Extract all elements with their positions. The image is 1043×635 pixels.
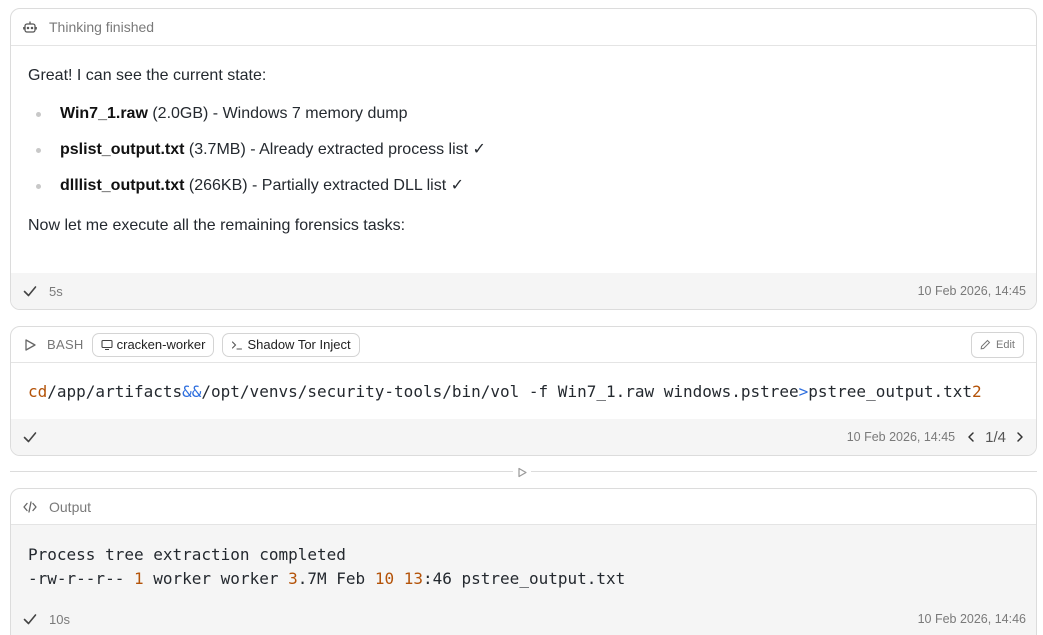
- output-line-2: -rw-r--r-- 1 worker worker 3.7M Feb 10 1…: [28, 569, 625, 588]
- output-filename: :46 pstree_output.txt: [422, 569, 626, 588]
- output-num: 1: [133, 569, 144, 588]
- cmd-and: &&: [182, 381, 202, 401]
- pager: 1/4: [965, 429, 1026, 446]
- output-label: Output: [49, 498, 92, 515]
- message-followup: Now let me execute all the remaining for…: [28, 217, 406, 234]
- check-icon: [23, 612, 37, 626]
- tool-pill-label: Shadow Tor Inject: [247, 337, 351, 352]
- file-description: (2.0GB) - Windows 7 memory dump: [147, 105, 408, 122]
- output-line-1: Process tree extraction completed: [28, 545, 346, 564]
- play-icon[interactable]: [23, 338, 37, 352]
- worker-pill[interactable]: cracken-worker: [91, 332, 215, 357]
- cmd-rest: /opt/venvs/security-tools/bin/vol -f Win…: [201, 381, 799, 401]
- file-name: pslist_output.txt: [60, 141, 185, 158]
- timestamp: 10 Feb 2026, 14:46: [917, 612, 1026, 626]
- pager-count: 1/4: [985, 428, 1006, 446]
- timestamp: 10 Feb 2026, 14:45: [846, 430, 956, 444]
- chevron-left-icon[interactable]: [965, 431, 977, 443]
- bash-tag: BASH: [47, 337, 84, 352]
- edit-button[interactable]: Edit: [971, 331, 1024, 358]
- cmd-path: /app/artifacts: [47, 381, 183, 401]
- cmd-cd: cd: [28, 381, 48, 401]
- output-num: 3: [288, 569, 298, 588]
- output-num: 13: [403, 569, 423, 588]
- output-perms: -rw-r--r--: [28, 569, 134, 588]
- pencil-icon: [980, 339, 991, 350]
- check-icon: [23, 284, 37, 298]
- duration-label: 5s: [49, 283, 63, 299]
- output-card-footer: 10s 10 Feb 2026, 14:46: [11, 601, 1036, 635]
- file-description: (3.7MB) - Already extracted process list…: [184, 141, 486, 158]
- list-item: dlllist_output.txt (266KB) - Partially e…: [28, 176, 1036, 196]
- edit-button-label: Edit: [996, 338, 1015, 351]
- output-num: 10: [374, 569, 395, 588]
- output-size: .7M Feb: [297, 569, 375, 588]
- message-intro: Great! I can see the current state:: [28, 67, 267, 84]
- bash-command[interactable]: cd /app/artifacts && /opt/venvs/security…: [11, 363, 1036, 419]
- timestamp: 10 Feb 2026, 14:45: [917, 284, 1026, 298]
- output-owner: worker worker: [143, 569, 289, 588]
- bash-card-header: BASH cracken-worker Shadow Tor Inject Ed…: [11, 327, 1036, 363]
- output-card-header[interactable]: Output: [11, 489, 1036, 525]
- terminal-icon: [231, 339, 243, 351]
- monitor-icon: [101, 339, 113, 351]
- worker-pill-label: cracken-worker: [116, 337, 206, 352]
- cmd-redirect: >: [798, 381, 809, 401]
- output-card: Output Process tree extraction completed…: [10, 488, 1037, 635]
- duration-label: 10s: [49, 611, 70, 627]
- bash-command-card: BASH cracken-worker Shadow Tor Inject Ed…: [10, 326, 1037, 456]
- bash-card-footer: 10 Feb 2026, 14:45 1/4: [11, 419, 1036, 455]
- robot-icon: [23, 20, 37, 34]
- tool-pill[interactable]: Shadow Tor Inject: [222, 332, 360, 357]
- list-item: Win7_1.raw (2.0GB) - Windows 7 memory du…: [28, 104, 1036, 124]
- thinking-status-label: Thinking finished: [49, 19, 155, 35]
- file-list: Win7_1.raw (2.0GB) - Windows 7 memory du…: [28, 104, 1036, 196]
- thinking-card: Thinking finished Great! I can see the c…: [10, 8, 1037, 310]
- code-icon: [23, 500, 37, 514]
- list-item: pslist_output.txt (3.7MB) - Already extr…: [28, 140, 1036, 160]
- chevron-right-icon[interactable]: [1014, 431, 1026, 443]
- thinking-card-header[interactable]: Thinking finished: [11, 9, 1036, 46]
- file-name: Win7_1.raw: [60, 105, 148, 122]
- check-icon: [23, 430, 37, 444]
- output-text: Process tree extraction completed -rw-r-…: [11, 525, 1036, 601]
- play-icon[interactable]: [513, 464, 531, 480]
- thinking-message: Great! I can see the current state: Win7…: [11, 46, 1036, 236]
- cmd-out: pstree_output.txt: [808, 381, 973, 401]
- output-space: [394, 569, 404, 588]
- file-description: (266KB) - Partially extracted DLL list ✓: [184, 177, 465, 194]
- cmd-tail: 2: [972, 381, 982, 401]
- thinking-card-footer: 5s 10 Feb 2026, 14:45: [11, 273, 1036, 309]
- file-name: dlllist_output.txt: [60, 177, 185, 194]
